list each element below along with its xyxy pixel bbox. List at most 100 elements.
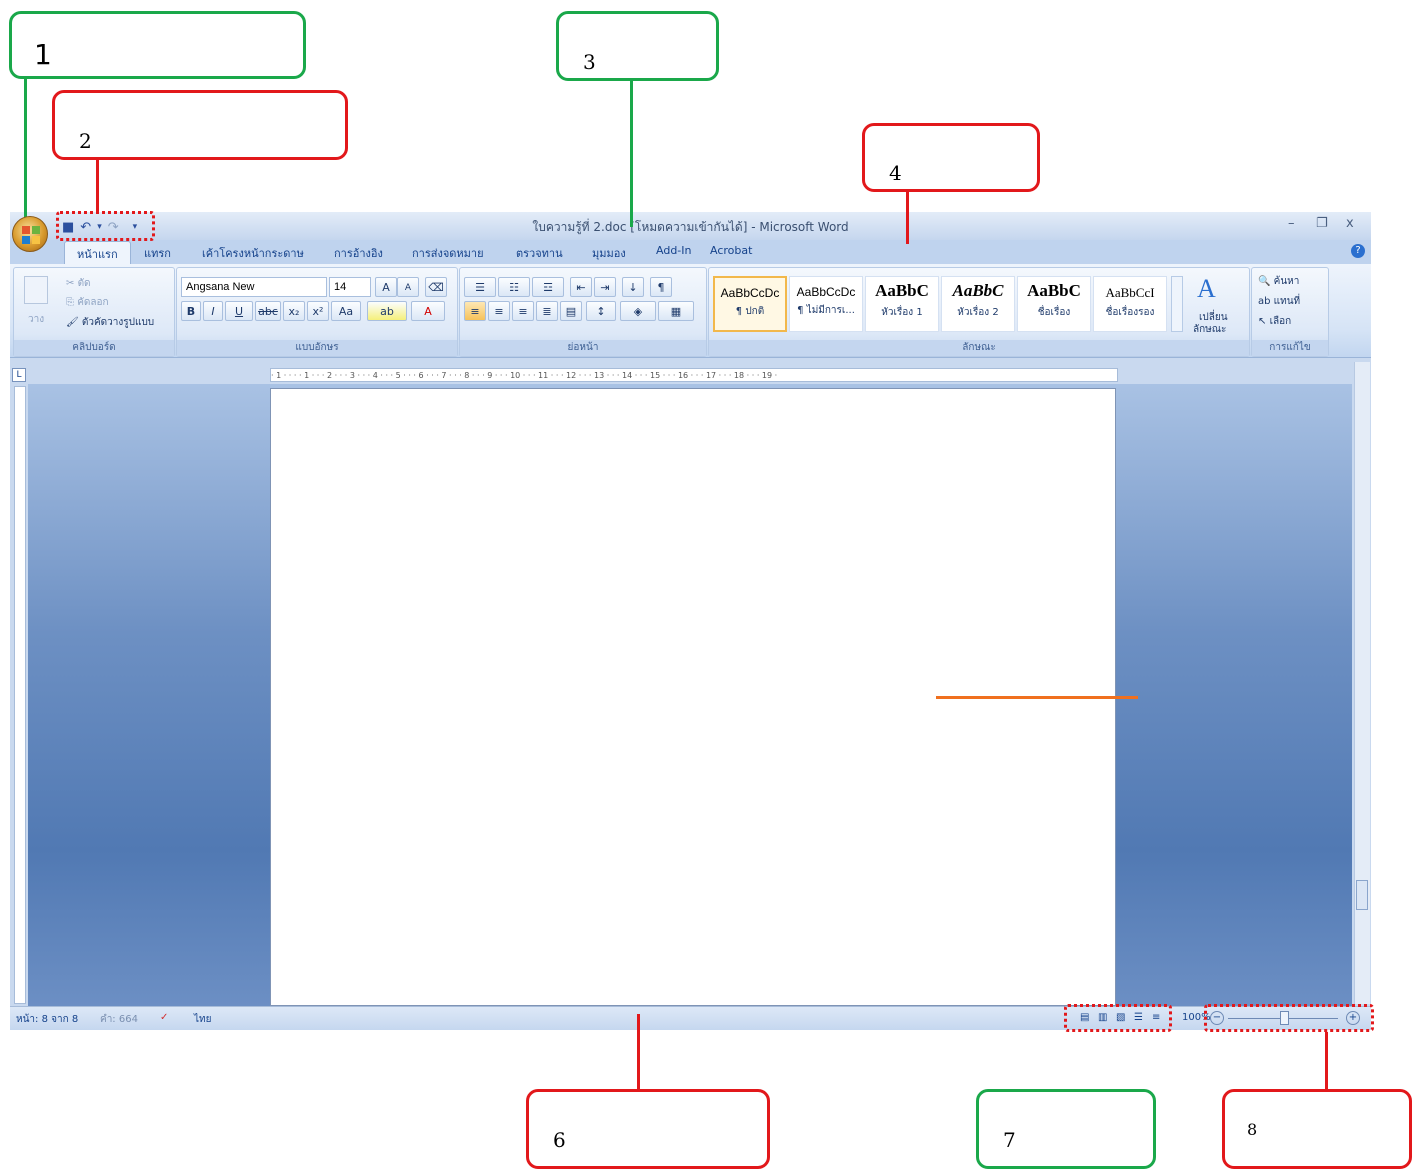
horizontal-ruler[interactable]: · 1 · · · · 1 · · · 2 · · · 3 · · · 4 · … <box>270 368 1118 382</box>
highlight-zoom <box>1204 1004 1374 1032</box>
callout-3: 3 <box>556 11 719 81</box>
shrink-font-button[interactable]: A <box>397 277 419 297</box>
ribbon: วาง ✂ ตัด ⎘ คัดลอก 🖌 ตัวคัดวางรูปแบบ คลิ… <box>10 264 1371 358</box>
callout-1: 1 <box>9 11 306 79</box>
group-label-clipboard: คลิปบอร์ด <box>14 340 174 356</box>
clear-format-button[interactable]: ⌫ <box>425 277 447 297</box>
justify-button[interactable]: ≣ <box>536 301 558 321</box>
show-marks-button[interactable]: ¶ <box>650 277 672 297</box>
format-painter-button[interactable]: 🖌 ตัวคัดวางรูปแบบ <box>66 315 154 330</box>
find-button[interactable]: 🔍 ค้นหา <box>1258 274 1299 289</box>
help-icon[interactable]: ? <box>1351 244 1365 258</box>
spelling-icon[interactable]: ✓ <box>160 1012 168 1023</box>
paste-icon[interactable] <box>24 276 48 304</box>
superscript-button[interactable]: x² <box>307 301 329 321</box>
minimize-button[interactable]: – <box>1288 216 1295 231</box>
callout-6: 6 <box>526 1089 770 1169</box>
tab-insert[interactable]: แทรก <box>144 244 171 262</box>
group-label-paragraph: ย่อหน้า <box>460 340 706 356</box>
style-subtitle[interactable]: AaBbCcI ชื่อเรื่องรอง <box>1093 276 1167 332</box>
paste-button[interactable]: วาง <box>28 312 44 327</box>
office-logo-icon <box>22 226 40 244</box>
highlight-view-buttons <box>1064 1004 1172 1032</box>
copy-button[interactable]: ⎘ คัดลอก <box>66 295 109 310</box>
style-heading-1[interactable]: AaBbC หัวเรื่อง 1 <box>865 276 939 332</box>
tab-review[interactable]: ตรวจทาน <box>516 244 563 262</box>
align-right-button[interactable]: ≡ <box>512 301 534 321</box>
word-window: ■ ↶ ▾ ↷ ▾ ใบความรู้ที่ 2.doc [โหมดความเข… <box>10 212 1371 1030</box>
tab-mailings[interactable]: การส่งจดหมาย <box>412 244 484 262</box>
language-indicator[interactable]: ไทย <box>194 1012 211 1027</box>
tab-view[interactable]: มุมมอง <box>592 244 626 262</box>
office-button[interactable] <box>12 216 48 252</box>
font-name-combo[interactable]: Angsana New <box>181 277 327 297</box>
word-count[interactable]: คำ: 664 <box>100 1012 138 1027</box>
ribbon-tabs: หน้าแรก แทรก เค้าโครงหน้ากระดาษ การอ้างอ… <box>10 240 1371 266</box>
scrollbar-thumb[interactable] <box>1356 880 1368 910</box>
grow-font-button[interactable]: A <box>375 277 397 297</box>
group-label-editing: การแก้ไข <box>1252 340 1328 356</box>
highlight-quick-access <box>56 211 155 241</box>
align-center-button[interactable]: ≡ <box>488 301 510 321</box>
change-styles-label-2[interactable]: ลักษณะ <box>1193 322 1226 337</box>
style-no-spacing[interactable]: AaBbCcDc ¶ ไม่มีการเ... <box>789 276 863 332</box>
connector-1 <box>24 79 27 221</box>
styles-scroll[interactable] <box>1171 276 1183 332</box>
tab-references[interactable]: การอ้างอิง <box>334 244 383 262</box>
increase-indent-button[interactable]: ⇥ <box>594 277 616 297</box>
group-font: Angsana New 14 A A ⌫ B I U abc x₂ x² Aa … <box>176 267 458 357</box>
connector-5 <box>936 696 1138 699</box>
font-color-button[interactable]: A <box>411 301 445 321</box>
callout-7: 7 <box>976 1089 1156 1169</box>
callout-2: 2 <box>52 90 348 160</box>
style-normal[interactable]: AaBbCcDc ¶ ปกติ <box>713 276 787 332</box>
borders-button[interactable]: ▦ <box>658 301 694 321</box>
connector-6 <box>637 1014 640 1089</box>
group-styles: AaBbCcDc ¶ ปกติ AaBbCcDc ¶ ไม่มีการเ... … <box>708 267 1250 357</box>
window-title: ใบความรู้ที่ 2.doc [โหมดความเข้ากันได้] … <box>532 220 849 234</box>
callout-4: 4 <box>862 123 1040 192</box>
tab-add-in[interactable]: Add-In <box>656 244 691 257</box>
style-heading-2[interactable]: AaBbC หัวเรื่อง 2 <box>941 276 1015 332</box>
numbering-button[interactable]: ☷ <box>498 277 530 297</box>
font-size-combo[interactable]: 14 <box>329 277 371 297</box>
group-label-styles: ลักษณะ <box>709 340 1249 356</box>
vertical-ruler[interactable] <box>14 386 26 1004</box>
bold-button[interactable]: B <box>181 301 201 321</box>
connector-2 <box>96 160 99 212</box>
close-button[interactable]: x <box>1346 216 1354 231</box>
multilevel-list-button[interactable]: ☲ <box>532 277 564 297</box>
connector-8 <box>1325 1032 1328 1089</box>
select-button[interactable]: ↖ เลือก <box>1258 314 1291 329</box>
sort-button[interactable]: ↓ <box>622 277 644 297</box>
restore-button[interactable]: ❐ <box>1316 216 1328 231</box>
group-paragraph: ☰ ☷ ☲ ⇤ ⇥ ↓ ¶ ≡ ≡ ≡ ≣ ▤ ↕ ◈ ▦ ย่อหน้า <box>459 267 707 357</box>
cut-button[interactable]: ✂ ตัด <box>66 276 91 291</box>
underline-button[interactable]: U <box>225 301 253 321</box>
change-case-button[interactable]: Aa <box>331 301 361 321</box>
tab-home[interactable]: หน้าแรก <box>64 241 131 266</box>
tab-page-layout[interactable]: เค้าโครงหน้ากระดาษ <box>202 244 304 262</box>
group-clipboard: วาง ✂ ตัด ⎘ คัดลอก 🖌 ตัวคัดวางรูปแบบ คลิ… <box>13 267 175 357</box>
align-left-button[interactable]: ≡ <box>464 301 486 321</box>
change-styles-icon[interactable]: A <box>1197 274 1216 304</box>
connector-4 <box>906 192 909 244</box>
strikethrough-button[interactable]: abc <box>255 301 281 321</box>
line-spacing-button[interactable]: ↕ <box>586 301 616 321</box>
style-title[interactable]: AaBbC ชื่อเรื่อง <box>1017 276 1091 332</box>
page-count[interactable]: หน้า: 8 จาก 8 <box>16 1012 78 1027</box>
shading-button[interactable]: ◈ <box>620 301 656 321</box>
distributed-button[interactable]: ▤ <box>560 301 582 321</box>
title-bar: ■ ↶ ▾ ↷ ▾ ใบความรู้ที่ 2.doc [โหมดความเข… <box>10 212 1371 240</box>
tab-acrobat[interactable]: Acrobat <box>710 244 752 257</box>
italic-button[interactable]: I <box>203 301 223 321</box>
tab-selector[interactable]: L <box>12 368 26 382</box>
callout-8: 8 <box>1222 1089 1412 1169</box>
group-label-font: แบบอักษร <box>177 340 457 356</box>
subscript-button[interactable]: x₂ <box>283 301 305 321</box>
replace-button[interactable]: ab แทนที่ <box>1258 294 1300 309</box>
connector-3 <box>630 81 633 227</box>
decrease-indent-button[interactable]: ⇤ <box>570 277 592 297</box>
bullets-button[interactable]: ☰ <box>464 277 496 297</box>
highlight-button[interactable]: ab <box>367 301 407 321</box>
